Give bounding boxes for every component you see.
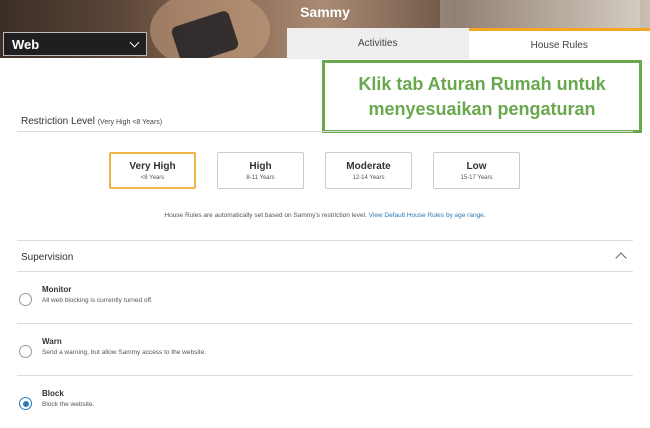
section-divider <box>17 375 633 376</box>
radio-button-selected[interactable] <box>19 397 32 410</box>
house-rules-note-text: House Rules are automatically set based … <box>164 212 367 219</box>
radio-button[interactable] <box>19 345 32 358</box>
level-very-high[interactable]: Very High <8 Years <box>109 152 196 189</box>
callout-line-1: Klik tab Aturan Rumah untuk <box>358 73 606 94</box>
house-rules-note: House Rules are automatically set based … <box>0 212 650 219</box>
callout-line-2: menyesuaikan pengaturan <box>368 98 596 119</box>
option-description: All web blocking is currently turned off… <box>42 297 153 304</box>
platform-select-value: Web <box>12 36 40 52</box>
platform-select[interactable]: Web <box>3 32 147 56</box>
level-age: 15-17 Years <box>460 174 493 181</box>
level-name: Moderate <box>346 160 391 172</box>
level-low[interactable]: Low 15-17 Years <box>433 152 520 189</box>
supervision-option-warn[interactable]: Warn Send a warning, but allow Sammy acc… <box>19 337 629 377</box>
radio-button[interactable] <box>19 293 32 306</box>
section-divider <box>17 240 633 241</box>
chevron-up-icon[interactable] <box>615 252 627 264</box>
level-age: 8-11 Years <box>246 174 275 181</box>
section-divider <box>17 323 633 324</box>
child-name: Sammy <box>300 4 350 20</box>
tab-house-rules[interactable]: House Rules <box>468 28 650 59</box>
default-house-rules-link[interactable]: View Default House Rules by age range. <box>369 212 486 219</box>
restriction-level-title: Restriction Level <box>21 116 95 127</box>
supervision-option-monitor[interactable]: Monitor All web blocking is currently tu… <box>19 285 629 325</box>
restriction-level-heading: Restriction Level (Very High <8 Years) <box>21 116 162 127</box>
level-name: Low <box>466 160 487 172</box>
option-name: Monitor <box>42 285 72 294</box>
option-name: Warn <box>42 337 62 346</box>
option-description: Send a warning, but allow Sammy access t… <box>42 349 207 356</box>
supervision-option-block[interactable]: Block Block the website. <box>19 389 629 428</box>
level-age: <8 Years <box>140 174 165 181</box>
tab-bar: Activities House Rules <box>287 28 650 59</box>
restriction-level-current: (Very High <8 Years) <box>97 119 163 126</box>
section-divider <box>17 131 633 132</box>
option-description: Block the website. <box>42 401 95 408</box>
level-age: 12-14 Years <box>352 174 385 181</box>
restriction-level-options: Very High <8 Years High 8-11 Years Moder… <box>109 152 520 189</box>
section-divider <box>17 271 633 272</box>
level-name: High <box>249 160 272 172</box>
level-high[interactable]: High 8-11 Years <box>217 152 304 189</box>
option-name: Block <box>42 389 64 398</box>
instruction-callout: Klik tab Aturan Rumah untuk menyesuaikan… <box>322 60 642 133</box>
chevron-down-icon <box>129 37 140 47</box>
supervision-heading: Supervision <box>21 252 74 263</box>
tab-activities[interactable]: Activities <box>287 28 469 59</box>
level-moderate[interactable]: Moderate 12-14 Years <box>325 152 412 189</box>
level-name: Very High <box>129 160 176 172</box>
